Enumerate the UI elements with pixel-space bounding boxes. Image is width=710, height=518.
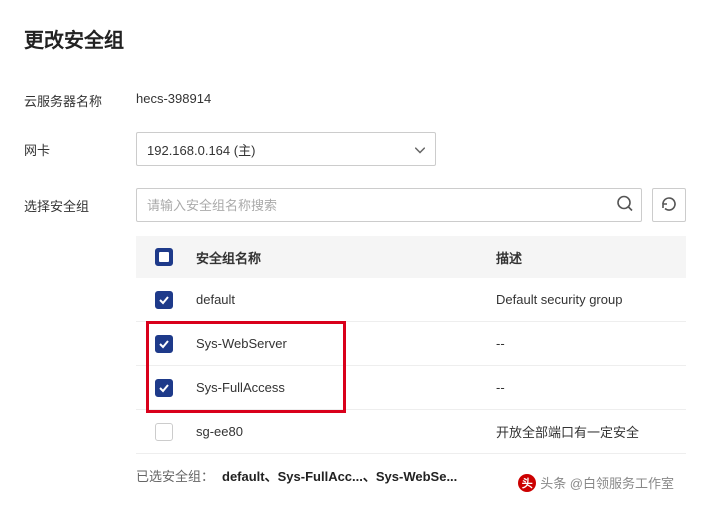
- row-checkbox[interactable]: [155, 335, 173, 353]
- search-icon[interactable]: [616, 195, 634, 216]
- select-all-checkbox[interactable]: [155, 248, 173, 266]
- nic-selected-value: 192.168.0.164 (主): [147, 140, 255, 159]
- selected-label: 已选安全组：: [136, 466, 214, 485]
- row-checkbox[interactable]: [155, 291, 173, 309]
- row-checkbox[interactable]: [155, 379, 173, 397]
- table-row[interactable]: Sys-WebServer --: [136, 322, 686, 366]
- watermark-icon: 头: [518, 474, 536, 492]
- nic-row: 网卡 192.168.0.164 (主): [24, 132, 686, 166]
- nic-label: 网卡: [24, 132, 136, 159]
- server-name-label: 云服务器名称: [24, 83, 136, 110]
- chevron-down-icon: [415, 142, 425, 157]
- select-sg-row: 选择安全组: [24, 188, 686, 496]
- server-name-row: 云服务器名称 hecs-398914: [24, 83, 686, 110]
- watermark: 头 头条 @白领服务工作室: [518, 473, 674, 492]
- table-row[interactable]: sg-ee80 开放全部端口有一定安全: [136, 410, 686, 454]
- table-header: 安全组名称 描述: [136, 236, 686, 278]
- row-checkbox[interactable]: [155, 423, 173, 441]
- refresh-icon: [661, 196, 677, 215]
- page-title: 更改安全组: [24, 24, 686, 53]
- nic-select[interactable]: 192.168.0.164 (主): [136, 132, 436, 166]
- row-desc: --: [492, 380, 686, 395]
- row-name: Sys-FullAccess: [192, 380, 492, 395]
- header-name: 安全组名称: [192, 248, 492, 267]
- security-group-table: 安全组名称 描述 default Default security group: [136, 236, 686, 454]
- row-name: default: [192, 292, 492, 307]
- select-sg-label: 选择安全组: [24, 188, 136, 215]
- watermark-text: 头条 @白领服务工作室: [540, 473, 674, 492]
- row-name: sg-ee80: [192, 424, 492, 439]
- search-input[interactable]: [136, 188, 642, 222]
- server-name-value: hecs-398914: [136, 83, 686, 106]
- refresh-button[interactable]: [652, 188, 686, 222]
- table-row[interactable]: default Default security group: [136, 278, 686, 322]
- table-row[interactable]: Sys-FullAccess --: [136, 366, 686, 410]
- row-desc: --: [492, 336, 686, 351]
- row-desc: 开放全部端口有一定安全: [492, 422, 686, 441]
- selected-items: default、Sys-FullAcc...、Sys-WebSe...: [222, 466, 457, 485]
- row-name: Sys-WebServer: [192, 336, 492, 351]
- header-desc: 描述: [492, 248, 686, 267]
- row-desc: Default security group: [492, 292, 686, 307]
